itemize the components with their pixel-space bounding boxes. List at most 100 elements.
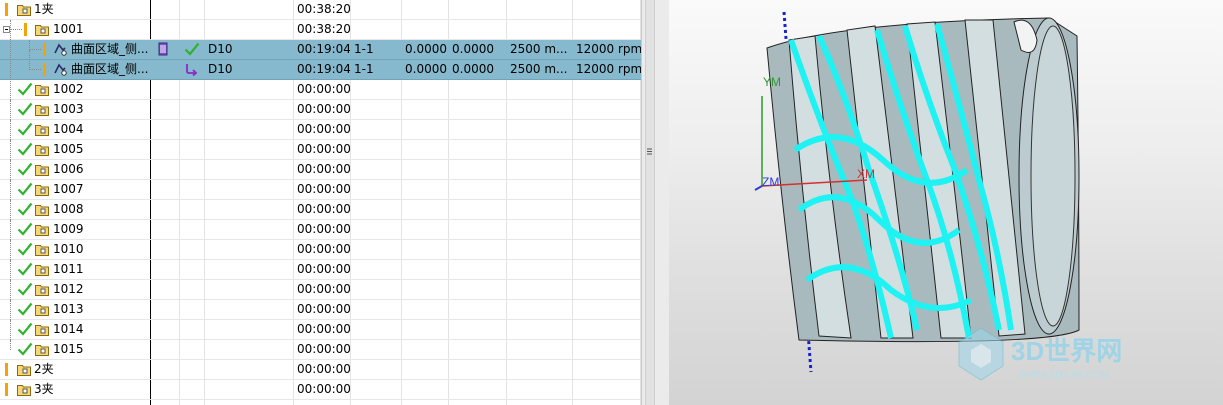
tree-row-program[interactable]: 1006 00:00:00 [0, 160, 641, 180]
tree-row-program[interactable]: 1009 00:00:00 [0, 220, 641, 240]
time-cell: 00:00:00 [297, 322, 350, 336]
operation-icon [54, 43, 67, 56]
check-icon [17, 122, 33, 136]
tree-node-label: 1014 [53, 322, 84, 336]
stock-side-cell: 0.0000 [405, 62, 447, 76]
stock-floor-cell: 0.0000 [452, 42, 494, 56]
panel-splitter[interactable] [641, 0, 670, 405]
time-cell: 00:38:20 [297, 22, 350, 36]
check-icon [17, 342, 33, 356]
time-cell: 00:00:00 [297, 142, 350, 156]
graphics-viewport[interactable]: YM XM ZM 3D世界网 WWW.3DSJW.COM [669, 0, 1223, 405]
tree-node-label: 1005 [53, 142, 84, 156]
feed-cell: 2500 m... [510, 42, 568, 56]
axis-x-label: XM [857, 167, 875, 181]
time-cell: 00:00:00 [297, 282, 350, 296]
time-cell: 00:19:04 [297, 62, 350, 76]
feed-cell: 2500 m... [510, 62, 568, 76]
tree-line [10, 300, 11, 320]
tree-node-label: 3夹 [34, 382, 54, 396]
minus-box-icon[interactable] [3, 26, 10, 33]
warning-mark-icon [5, 383, 8, 396]
watermark-url: WWW.3DSJW.COM [1019, 370, 1109, 381]
program-folder-icon [35, 205, 49, 216]
tree-row-program[interactable]: 1010 00:00:00 [0, 240, 641, 260]
stock-side-cell: 0.0000 [405, 42, 447, 56]
program-folder-icon [35, 105, 49, 116]
program-folder-icon [17, 365, 31, 376]
time-cell: 00:00:00 [297, 162, 350, 176]
tree-row-program[interactable]: 1012 00:00:00 [0, 280, 641, 300]
tree-row-program[interactable]: 1007 00:00:00 [0, 180, 641, 200]
time-cell: 00:00:00 [297, 242, 350, 256]
tree-node-label: 2夹 [34, 362, 54, 376]
stock-floor-cell: 0.0000 [452, 62, 494, 76]
tree-line [29, 69, 41, 70]
cylinder-bore [1030, 25, 1076, 327]
check-icon [184, 42, 200, 56]
tree-node-label: 1013 [53, 302, 84, 316]
program-folder-icon [35, 165, 49, 176]
operation-navigator: 1夹 00:38:20 1001 00:38:20 曲面区域_侧... D10 … [0, 0, 641, 405]
check-icon [17, 162, 33, 176]
time-cell: 00:19:04 [297, 42, 350, 56]
tree-row-program[interactable]: 1015 00:00:00 [0, 340, 641, 360]
tree-row-group-1[interactable]: 1夹 00:38:20 [0, 0, 641, 20]
tree-node-label: 1012 [53, 282, 84, 296]
time-cell: 00:00:00 [297, 202, 350, 216]
tool-cell: D10 [208, 42, 233, 56]
tree-row-program[interactable]: 1002 00:00:00 [0, 20, 641, 100]
program-folder-icon [35, 305, 49, 316]
operation-name: 曲面区域_侧... [71, 42, 149, 56]
tree-node-label: 1015 [53, 342, 84, 356]
tree-row-program[interactable]: 1011 00:00:00 [0, 260, 641, 280]
time-cell: 00:00:00 [297, 122, 350, 136]
tree-row-program[interactable]: 1003 00:00:00 [0, 100, 641, 120]
splitter-grip-icon[interactable] [646, 146, 653, 157]
program-folder-icon [35, 185, 49, 196]
time-cell: 00:00:00 [297, 82, 350, 96]
tree-row-program[interactable]: 1004 00:00:00 [0, 120, 641, 140]
time-cell: 00:00:00 [297, 362, 350, 376]
tree-line [10, 200, 11, 220]
tree-row-group-2[interactable]: 2夹 00:00:00 [0, 360, 641, 380]
tool-path-icon [158, 42, 168, 56]
time-cell: 00:00:00 [297, 222, 350, 236]
tree-node-label: 1003 [53, 102, 84, 116]
tree-node-label: 1008 [53, 202, 84, 216]
splitter-bar[interactable] [645, 0, 655, 405]
program-folder-icon [35, 245, 49, 256]
tree-row-program[interactable]: 1008 00:00:00 [0, 200, 641, 220]
tree-row-operation-1[interactable]: 曲面区域_侧... D10 00:19:04 1-1 0.0000 0.0000… [0, 40, 641, 60]
tree-row-group-3[interactable]: 3夹 00:00:00 [0, 380, 641, 400]
program-folder-icon [35, 25, 49, 36]
time-cell: 00:00:00 [297, 102, 350, 116]
tree-node-label: 1002 [53, 82, 84, 96]
tree-line [10, 20, 11, 100]
time-cell: 00:00:00 [297, 342, 350, 356]
check-icon [17, 142, 33, 156]
check-icon [17, 262, 33, 276]
warning-mark-icon [43, 43, 46, 56]
program-folder-icon [35, 125, 49, 136]
warning-mark-icon [24, 23, 27, 36]
axis-z-line [754, 185, 763, 191]
speed-cell: 12000 rpm [576, 42, 641, 56]
warning-mark-icon [5, 3, 8, 16]
program-folder-icon [35, 285, 49, 296]
warning-mark-icon [43, 63, 46, 76]
tree-line [10, 160, 11, 180]
program-folder-icon [35, 265, 49, 276]
axis-y-label: YM [763, 75, 781, 89]
program-folder-icon [35, 345, 49, 356]
tree-node-label: 1007 [53, 182, 84, 196]
tree-row-operation-2[interactable]: 曲面区域_侧... D10 00:19:04 1-1 0.0000 0.0000… [0, 50, 641, 80]
tree-node-label: 1004 [53, 122, 84, 136]
tree-row-program[interactable]: 1005 00:00:00 [0, 140, 641, 160]
tree-row-program[interactable]: 1013 00:00:00 [0, 300, 641, 320]
tree-row-program-1001[interactable]: 1001 00:38:20 [0, 20, 641, 40]
check-icon [17, 282, 33, 296]
tree-row-program[interactable]: 1014 00:00:00 [0, 320, 641, 340]
tree-line [10, 180, 11, 200]
model-canvas[interactable]: YM XM ZM 3D世界网 WWW.3DSJW.COM [669, 0, 1223, 405]
